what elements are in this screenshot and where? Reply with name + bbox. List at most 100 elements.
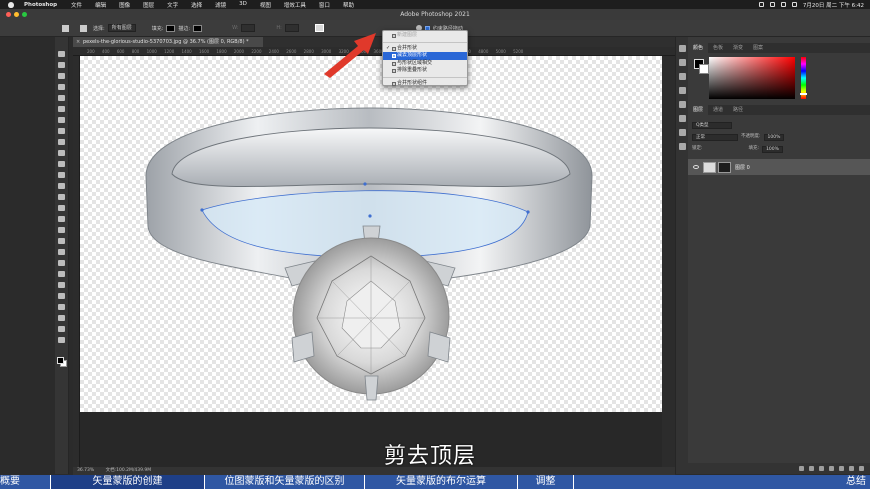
tool-icon[interactable] — [58, 227, 65, 233]
tool-icon[interactable] — [58, 73, 65, 79]
add-mask-icon[interactable] — [819, 466, 824, 471]
layers-panel-tab[interactable]: 通道 — [708, 105, 728, 115]
chapter-tab[interactable]: 位图蒙版和矢量蒙版的区别 — [205, 475, 365, 489]
layer-kind-filter[interactable]: Q类型 — [692, 121, 732, 129]
menu-item[interactable]: 选择 — [191, 1, 202, 9]
control-center-icon[interactable] — [791, 2, 797, 7]
menu-item[interactable]: 滤镜 — [215, 1, 226, 9]
select-layers-dropdown[interactable]: 所有图层 — [107, 24, 136, 32]
layers-panel-tab[interactable]: 图层 — [688, 105, 709, 115]
adjustment-layer-icon[interactable] — [829, 466, 834, 471]
path-anchor-point[interactable] — [363, 182, 367, 186]
chapter-tab[interactable]: 矢量蒙版的布尔运算 — [365, 475, 518, 489]
color-panel-tab[interactable]: 颜色 — [688, 43, 709, 53]
chapter-tab[interactable]: 矢量蒙版的创建 — [51, 475, 205, 489]
close-tab-icon[interactable]: × — [76, 37, 80, 47]
visibility-eye-icon[interactable] — [693, 165, 699, 169]
link-layers-icon[interactable] — [799, 466, 804, 471]
menu-item[interactable]: 视图 — [260, 1, 271, 9]
foreground-color-swatch[interactable] — [57, 357, 64, 364]
tool-icon[interactable] — [58, 128, 65, 134]
minimize-window-button[interactable] — [14, 12, 19, 17]
panel-shortcut-icon[interactable] — [679, 115, 686, 122]
fx-icon[interactable] — [809, 466, 814, 471]
canvas-area[interactable] — [80, 56, 662, 467]
color-panel-tab[interactable]: 渐变 — [728, 43, 748, 53]
tool-icon[interactable] — [58, 271, 65, 277]
path-op-item[interactable]: 排除重叠形状 — [383, 67, 467, 75]
tool-icon[interactable] — [58, 326, 65, 332]
home-icon[interactable] — [62, 24, 69, 32]
menu-item[interactable]: 帮助 — [343, 1, 354, 9]
merge-shape-components-item[interactable]: 合并形状组件 — [383, 80, 467, 88]
vertical-scrollbar[interactable] — [662, 56, 675, 467]
tool-icon[interactable] — [58, 106, 65, 112]
app-menu[interactable]: Photoshop — [24, 2, 57, 8]
chapter-tab[interactable]: 总结 — [574, 475, 870, 489]
path-anchor-point[interactable] — [368, 214, 372, 218]
color-picker-field[interactable] — [709, 57, 795, 99]
trash-icon[interactable] — [859, 466, 864, 471]
tool-icon[interactable] — [58, 161, 65, 167]
panel-background-swatch[interactable] — [699, 64, 709, 74]
path-anchor-point[interactable] — [200, 208, 204, 212]
tool-icon[interactable] — [58, 183, 65, 189]
menu-item[interactable]: 图像 — [119, 1, 130, 9]
search-icon[interactable] — [780, 2, 786, 7]
blend-mode-dropdown[interactable]: 正常 — [692, 133, 738, 141]
zoom-level[interactable]: 36.73% — [77, 468, 94, 473]
tool-icon[interactable] — [58, 95, 65, 101]
tool-icon[interactable] — [58, 293, 65, 299]
layers-panel-tab[interactable]: 路径 — [728, 105, 748, 115]
menu-item[interactable]: 图层 — [143, 1, 154, 9]
path-op-item[interactable]: 减去顶层形状 — [383, 52, 467, 60]
menu-item[interactable]: 编辑 — [95, 1, 106, 9]
new-layer-icon[interactable] — [849, 466, 854, 471]
vector-mask-thumbnail[interactable] — [718, 161, 731, 173]
document-size-info[interactable]: 文档:100.2M/439.9M — [106, 468, 152, 473]
tool-icon[interactable] — [58, 194, 65, 200]
tool-icon[interactable] — [58, 260, 65, 266]
tool-icon[interactable] — [58, 51, 65, 57]
close-window-button[interactable] — [6, 12, 11, 17]
zoom-window-button[interactable] — [22, 12, 27, 17]
clock[interactable]: 7月20日 周二 下午 6:42 — [803, 1, 864, 9]
menu-item[interactable]: 增效工具 — [284, 1, 306, 9]
menu-item[interactable]: 窗口 — [319, 1, 330, 9]
vertical-ruler[interactable] — [73, 56, 80, 467]
menu-item[interactable]: 文件 — [71, 1, 82, 9]
panel-shortcut-icon[interactable] — [679, 143, 686, 150]
opacity-field[interactable]: 100% — [763, 133, 785, 141]
panel-shortcut-icon[interactable] — [679, 59, 686, 66]
tool-icon[interactable] — [58, 172, 65, 178]
menu-item[interactable]: 文字 — [167, 1, 178, 9]
tool-icon[interactable] — [58, 249, 65, 255]
tool-icon[interactable] — [58, 117, 65, 123]
tool-icon[interactable] — [58, 304, 65, 310]
color-panel-tab[interactable]: 图案 — [748, 43, 768, 53]
tool-icon[interactable] — [58, 84, 65, 90]
tool-icon[interactable] — [58, 238, 65, 244]
panel-shortcut-icon[interactable] — [679, 87, 686, 94]
color-panel-tab[interactable]: 色板 — [708, 43, 728, 53]
panel-shortcut-icon[interactable] — [679, 101, 686, 108]
tool-icon[interactable] — [58, 216, 65, 222]
panel-shortcut-icon[interactable] — [679, 73, 686, 80]
layer-thumbnail[interactable] — [703, 161, 716, 173]
group-icon[interactable] — [839, 466, 844, 471]
document-tab[interactable]: × pexels-the-glorious-studio-5370703.jpg… — [73, 37, 263, 47]
menu-item[interactable]: 3D — [239, 1, 247, 9]
layer-name[interactable]: 图层 0 — [735, 164, 750, 171]
tool-icon[interactable] — [58, 150, 65, 156]
panel-shortcut-icon[interactable] — [679, 45, 686, 52]
path-selection-tool-icon[interactable] — [80, 24, 87, 32]
fill-swatch[interactable] — [166, 24, 176, 32]
hue-slider-knob[interactable] — [800, 93, 807, 95]
chapter-tab[interactable]: 调整 — [518, 475, 574, 489]
fill-field[interactable]: 100% — [762, 145, 783, 153]
layer-row[interactable]: 图层 0 — [688, 159, 870, 175]
width-field[interactable] — [241, 24, 256, 32]
tool-icon[interactable] — [58, 139, 65, 145]
tool-icon[interactable] — [58, 337, 65, 343]
tool-icon[interactable] — [58, 205, 65, 211]
